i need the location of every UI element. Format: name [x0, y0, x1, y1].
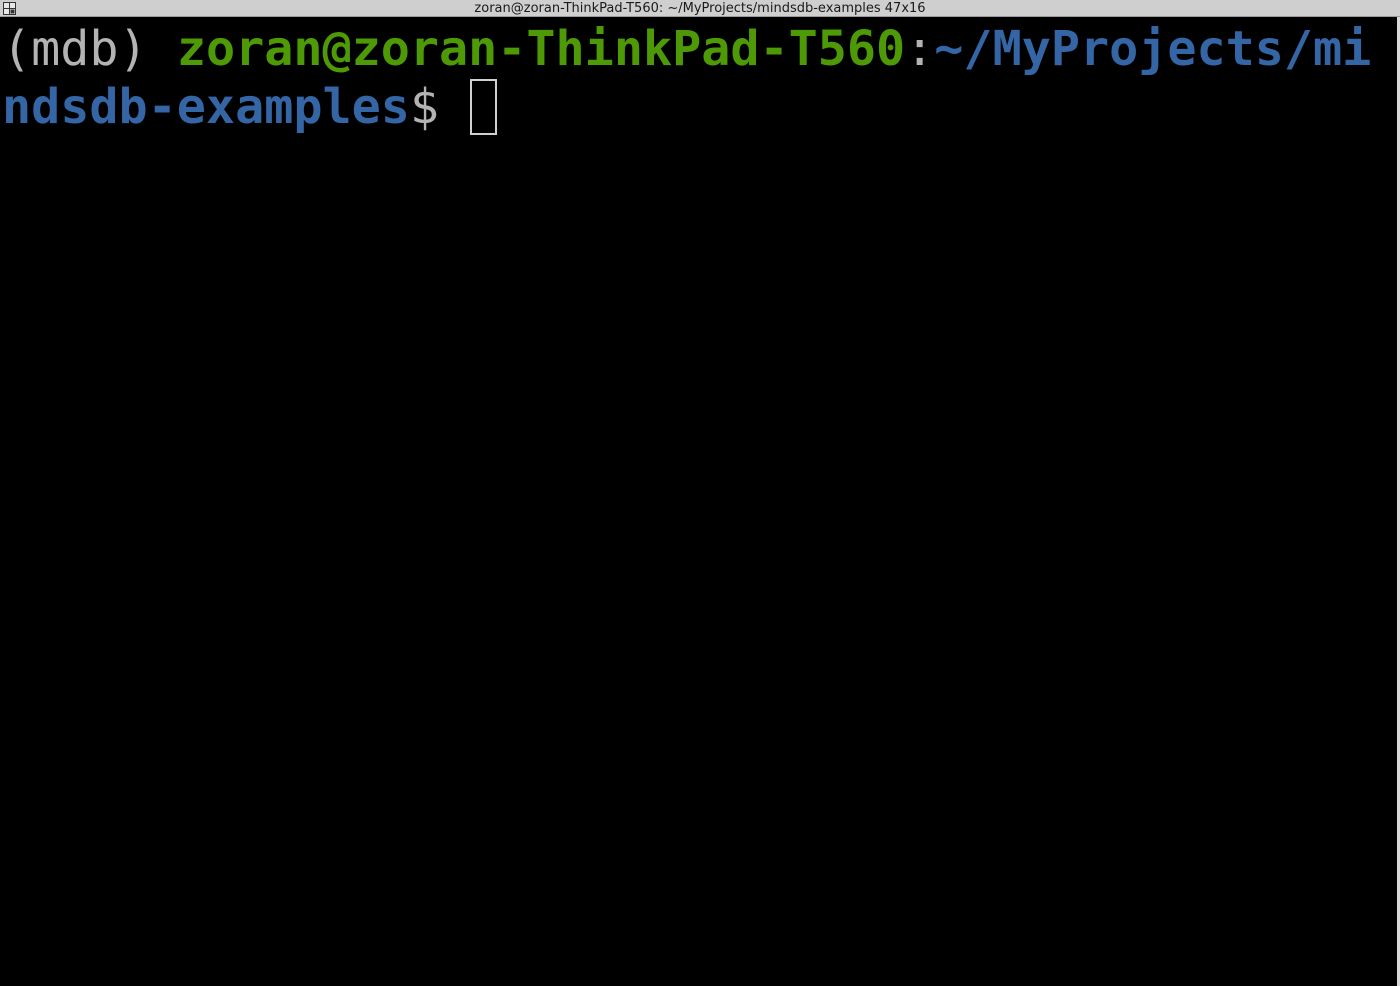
text-cursor	[470, 79, 498, 135]
prompt-user-host: zoran@zoran-ThinkPad-T560	[176, 21, 906, 77]
window-title: zoran@zoran-ThinkPad-T560: ~/MyProjects/…	[474, 1, 926, 16]
terminal-window: zoran@zoran-ThinkPad-T560: ~/MyProjects/…	[0, 0, 1400, 986]
terminal-screen[interactable]: (mdb) zoran@zoran-ThinkPad-T560:~/MyProj…	[2, 20, 1386, 982]
window-titlebar[interactable]: zoran@zoran-ThinkPad-T560: ~/MyProjects/…	[0, 0, 1400, 17]
prompt-separator: :	[905, 21, 935, 77]
prompt-symbol: $	[409, 79, 440, 135]
venv-indicator: (mdb)	[2, 21, 148, 77]
